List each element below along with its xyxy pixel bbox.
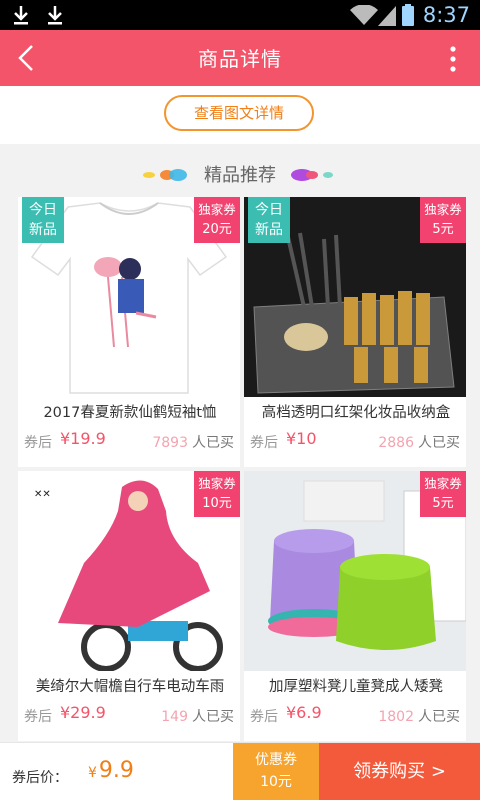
product-name: 高档透明口红架化妆品收纳盒 xyxy=(261,405,451,421)
sold-count: 2886 人已买 xyxy=(378,435,460,451)
status-bar: 8:37 xyxy=(0,0,480,30)
product-price: ¥29.9 xyxy=(60,703,106,722)
battery-icon xyxy=(402,4,414,26)
after-coupon-price-label: 券后价： xyxy=(12,770,68,786)
price-row: 券后 ¥19.9 7893 人已买 xyxy=(24,429,234,453)
product-name: 2017春夏新款仙鹤短袖t恤 xyxy=(43,405,217,421)
after-coupon-label: 券后 xyxy=(250,709,278,725)
download-icon xyxy=(14,6,28,25)
exclusive-coupon-badge: 独家券 20元 xyxy=(194,197,240,243)
product-name: 加厚塑料凳儿童凳成人矮凳 xyxy=(269,679,443,695)
product-card[interactable]: ✕✕ 独家券 10元 美绮尔大帽檐自行车电动车雨 券后 ¥29.9 149 人已买 xyxy=(18,471,240,741)
product-name: 美绮尔大帽檐自行车电动车雨 xyxy=(35,679,225,695)
status-time: 8:37 xyxy=(422,3,470,27)
new-product-badge: 今日 新品 xyxy=(22,197,64,243)
exclusive-coupon-badge: 独家券 10元 xyxy=(194,471,240,517)
after-coupon-label: 券后 xyxy=(24,709,52,725)
product-price: ¥10 xyxy=(286,429,317,448)
page-title: 商品详情 xyxy=(198,47,282,71)
recommend-title: 精品推荐 xyxy=(204,165,276,186)
sold-count: 149 人已买 xyxy=(161,709,234,725)
decor-dots-icon xyxy=(291,169,333,181)
after-coupon-label: 券后 xyxy=(250,435,278,451)
download-icon xyxy=(48,6,62,25)
sold-count: 1802 人已买 xyxy=(378,709,460,725)
svg-text:✕✕: ✕✕ xyxy=(34,489,51,500)
product-card[interactable]: 今日 新品 独家券 5元 高档透明口红架化妆品收纳盒 券后 ¥10 2886 人已买 xyxy=(244,197,466,467)
detail-section: 查看图文详情 xyxy=(0,86,480,144)
exclusive-coupon-badge: 独家券 5元 xyxy=(420,471,466,517)
product-card[interactable]: 今日 新品 独家券 20元 2017春夏新款仙鹤短袖t恤 券后 ¥19.9 7893… xyxy=(18,197,240,467)
price-row: 券后 ¥29.9 149 人已买 xyxy=(24,703,234,727)
sold-count: 7893 人已买 xyxy=(152,435,234,451)
exclusive-coupon-badge: 独家券 5元 xyxy=(420,197,466,243)
bottom-bar: 券后价： ¥9.9 优惠券 10元 领券购买 > xyxy=(0,742,480,800)
more-options-icon[interactable] xyxy=(450,46,456,72)
after-coupon-price: ¥9.9 xyxy=(88,758,134,783)
price-row: 券后 ¥10 2886 人已买 xyxy=(250,429,460,453)
view-detail-button[interactable]: 查看图文详情 xyxy=(164,95,314,131)
new-product-badge: 今日 新品 xyxy=(248,197,290,243)
product-card[interactable]: 独家券 5元 加厚塑料凳儿童凳成人矮凳 券后 ¥6.9 1802 人已买 xyxy=(244,471,466,741)
coupon-info[interactable]: 优惠券 10元 xyxy=(233,743,319,800)
product-price: ¥6.9 xyxy=(286,703,322,722)
recommend-header: 精品推荐 xyxy=(0,156,480,192)
app-bar: 商品详情 xyxy=(0,30,480,86)
after-coupon-label: 券后 xyxy=(24,435,52,451)
signal-icon xyxy=(378,6,396,26)
coupon-label: 优惠券 xyxy=(255,752,297,768)
get-coupon-buy-button[interactable]: 领券购买 > xyxy=(319,743,480,800)
wifi-icon xyxy=(350,5,378,25)
price-row: 券后 ¥6.9 1802 人已买 xyxy=(250,703,460,727)
product-price: ¥19.9 xyxy=(60,429,106,448)
coupon-value: 10元 xyxy=(260,774,292,790)
